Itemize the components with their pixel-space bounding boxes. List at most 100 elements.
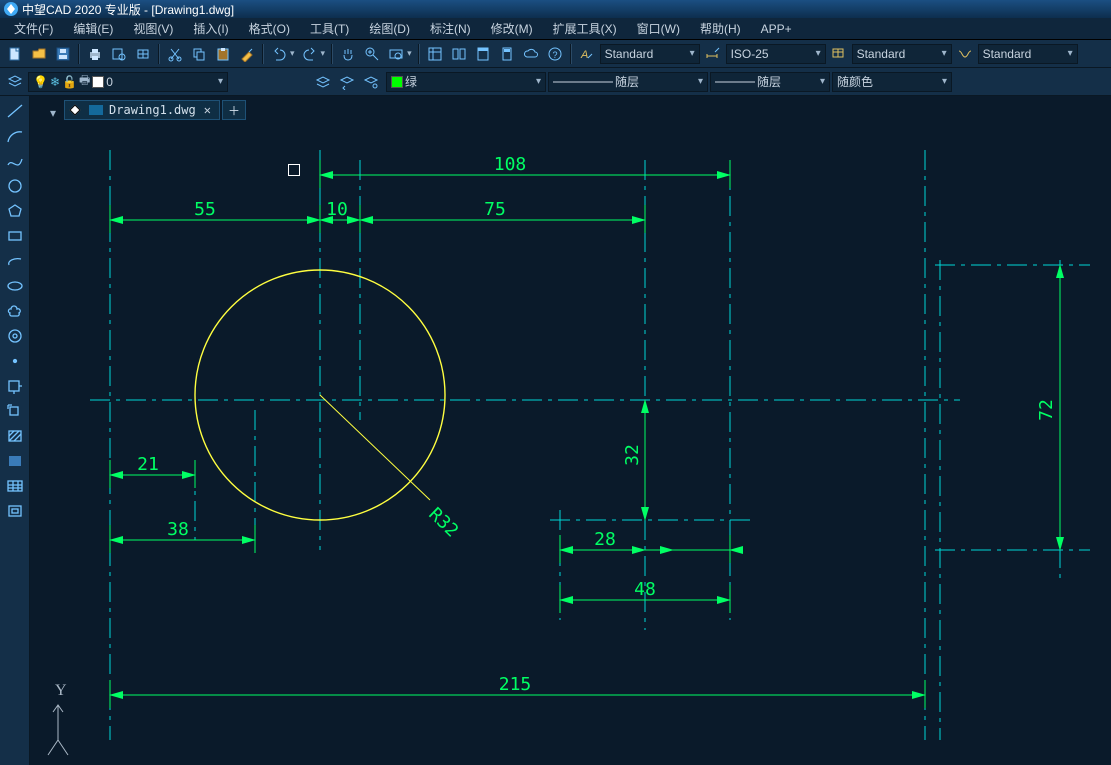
window-title: 中望CAD 2020 专业版 - [Drawing1.dwg] [22,1,234,18]
region-icon[interactable] [3,500,27,522]
menu-modify[interactable]: 修改(M) [481,18,543,39]
ellipse-icon[interactable] [3,275,27,297]
doc-tab-drawing1[interactable]: Drawing1.dwg ✕ [64,100,220,120]
color-label: 绿 [405,73,417,90]
layer-name: 0 [106,75,113,89]
color-swatch [391,76,403,88]
menu-help[interactable]: 帮助(H) [690,18,751,39]
dim-10: 10 [326,199,348,220]
layer-dropdown[interactable]: 💡 ❄ 🔓 🖶 0 [28,72,228,92]
ellipse-arc-icon[interactable] [3,250,27,272]
menu-window[interactable]: 窗口(W) [627,18,690,39]
plotstyle-dropdown[interactable]: 随颜色 [832,72,952,92]
line-icon[interactable] [3,100,27,122]
svg-text:A: A [580,49,588,61]
table-icon[interactable] [3,475,27,497]
dim-r32: R32 [424,504,462,542]
textstyle-value: Standard [605,47,654,61]
linetype-label: 随层 [615,73,639,90]
menu-format[interactable]: 格式(O) [239,18,300,39]
zoom-realtime-icon[interactable] [361,43,383,65]
paste-icon[interactable] [212,43,234,65]
lineweight-label: 随层 [757,73,781,90]
menu-tools[interactable]: 工具(T) [300,18,359,39]
tablestyle-value: Standard [857,47,906,61]
textstyle-icon[interactable]: A [576,43,598,65]
close-tab-icon[interactable]: ✕ [202,103,213,117]
calc-icon[interactable] [496,43,518,65]
polygon-icon[interactable] [3,200,27,222]
mlstyle-icon[interactable] [954,43,976,65]
matchprop-icon[interactable] [236,43,258,65]
dimstyle-icon[interactable] [702,43,724,65]
zoom-dropdown-icon[interactable]: ▾ [407,48,412,59]
linetype-dropdown[interactable]: 随层 [548,72,708,92]
dimstyle-dropdown[interactable]: ISO-25 [726,44,826,64]
layer-on-icon: 💡 [33,75,48,89]
layeriso-icon[interactable] [312,71,334,93]
ucs-y-label: Y [55,682,67,699]
undo-dropdown-icon[interactable]: ▾ [290,48,295,59]
redo-icon[interactable] [299,43,321,65]
layer-freeze-icon: ❄ [50,75,60,89]
draw-toolbar [0,96,30,765]
zoom-window-icon[interactable] [385,43,407,65]
dim-72: 72 [1036,399,1057,421]
color-dropdown[interactable]: 绿 [386,72,546,92]
open-icon[interactable] [28,43,50,65]
properties-toolbar: 💡 ❄ 🔓 🖶 0 绿 随层 随层 随颜色 [0,68,1111,96]
model-space[interactable]: R32 [30,120,1111,765]
publish-icon[interactable] [132,43,154,65]
spline-icon[interactable] [3,150,27,172]
save-icon[interactable] [52,43,74,65]
layerprops-icon[interactable] [4,71,26,93]
mlstyle-dropdown[interactable]: Standard [978,44,1078,64]
title-bar: 中望CAD 2020 专业版 - [Drawing1.dwg] [0,0,1111,18]
block-insert-icon[interactable] [3,375,27,397]
circle-icon[interactable] [3,175,27,197]
properties-icon[interactable] [424,43,446,65]
designcenter-icon[interactable] [448,43,470,65]
menu-file[interactable]: 文件(F) [4,18,63,39]
dim-38: 38 [167,519,189,540]
help-icon[interactable]: ? [544,43,566,65]
tablestyle-dropdown[interactable]: Standard [852,44,952,64]
new-icon[interactable] [4,43,26,65]
menu-dim[interactable]: 标注(N) [420,18,481,39]
tab-dropdown-icon[interactable]: ▾ [50,106,56,120]
tablestyle-icon[interactable] [828,43,850,65]
menu-edit[interactable]: 编辑(E) [63,18,123,39]
lineweight-dropdown[interactable]: 随层 [710,72,830,92]
redo-dropdown-icon[interactable]: ▾ [321,48,326,59]
rectangle-icon[interactable] [3,225,27,247]
block-make-icon[interactable] [3,400,27,422]
dim-215: 215 [499,674,532,695]
print-icon[interactable] [84,43,106,65]
toolpalettes-icon[interactable] [472,43,494,65]
arc-icon[interactable] [3,125,27,147]
copy-icon[interactable] [188,43,210,65]
layermatch-icon[interactable] [360,71,382,93]
menu-insert[interactable]: 插入(I) [183,18,238,39]
print-preview-icon[interactable] [108,43,130,65]
hatch-icon[interactable] [3,425,27,447]
donut-icon[interactable] [3,325,27,347]
undo-icon[interactable] [268,43,290,65]
dim-32: 32 [622,444,643,466]
cloud-icon[interactable] [520,43,542,65]
menu-app[interactable]: APP+ [751,20,802,38]
pan-icon[interactable] [337,43,359,65]
dimstyle-value: ISO-25 [731,47,769,61]
textstyle-dropdown[interactable]: Standard [600,44,700,64]
menu-draw[interactable]: 绘图(D) [359,18,420,39]
gradient-icon[interactable] [3,450,27,472]
new-tab-button[interactable]: ＋ [222,100,246,120]
point-icon[interactable] [3,350,27,372]
layer-plot-icon: 🖶 [79,71,90,92]
menu-express[interactable]: 扩展工具(X) [543,18,627,39]
revcloud-icon[interactable] [3,300,27,322]
menu-view[interactable]: 视图(V) [123,18,183,39]
cut-icon[interactable] [164,43,186,65]
drawing-area[interactable]: ▾ Drawing1.dwg ✕ ＋ [30,96,1111,765]
layerprev-icon[interactable] [336,71,358,93]
